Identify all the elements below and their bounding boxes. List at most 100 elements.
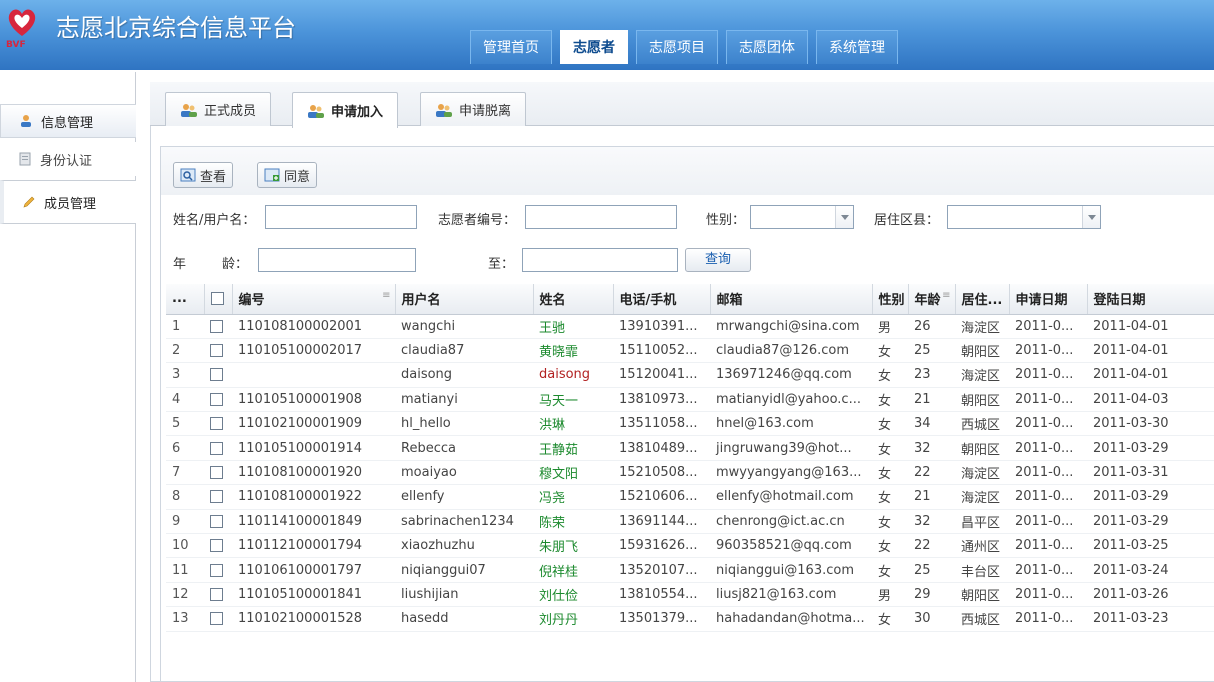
cell-phone: 13810554... [613,582,710,608]
cell-checkbox [204,435,232,461]
column-header-district[interactable]: 居住... [955,284,1010,315]
topnav-volunteers[interactable]: 志愿者 [560,30,628,64]
table-row[interactable]: 10 110112100001794 xiaozhuzhu 朱朋飞 15931626..… [166,533,1214,559]
column-header-gender[interactable]: 性别 [872,284,909,315]
cell-apply-date: 2011-0... [1009,606,1087,632]
approve-button[interactable]: 同意 [257,162,318,188]
volunteer-id-input[interactable] [525,205,677,229]
column-header-username[interactable]: 用户名 [395,284,534,315]
sidebar-item-members[interactable]: 成员管理 [0,180,136,224]
gender-select[interactable] [750,205,854,229]
column-header-apply-date[interactable]: 申请日期 [1009,284,1088,315]
cell-apply-date: 2011-0... [1009,460,1087,486]
cell-id: 110105100002017 [232,338,395,364]
approve-icon [264,168,280,182]
cell-gender: 女 [872,460,908,486]
tab-apply-leave[interactable]: 申请脱离 [420,92,527,126]
column-header-rownum[interactable]: ... [166,284,205,315]
sidebar-item-label: 信息管理 [41,115,94,131]
topnav-system[interactable]: 系统管理 [816,30,898,64]
age-from-input[interactable] [258,248,416,272]
cell-email: 136971246@qq.com [710,362,872,388]
sidebar-item-id-auth[interactable]: 身份认证 [0,142,136,176]
table-row[interactable]: 5 110102100001909 hl_hello 洪琳 13511058... hne… [166,411,1214,437]
sidebar-item-label: 身份认证 [40,153,93,169]
cell-id: 110108100001920 [232,460,395,486]
cell-district: 西城区 [955,606,1009,632]
cell-email: claudia87@126.com [710,338,872,364]
cell-checkbox [204,460,232,486]
cell-email: niqianggui@163.com [710,557,872,583]
table-row[interactable]: 4 110105100001908 matianyi 马天一 13810973... ma… [166,387,1214,413]
row-checkbox[interactable] [210,466,223,480]
cell-checkbox [204,533,232,559]
cell-login-date: 2011-04-01 [1087,362,1214,388]
cell-id: 110112100001794 [232,533,395,559]
name-input[interactable] [265,205,417,229]
query-button[interactable]: 查询 [685,248,751,272]
cell-username: hl_hello [395,411,533,437]
column-header-phone[interactable]: 电话/手机 [613,284,711,315]
table-row[interactable]: 3 daisong daisong 15120041... 136971246@qq.c… [166,362,1214,388]
column-header-id[interactable]: 编号 ≡ [232,284,396,315]
row-checkbox[interactable] [210,490,223,504]
cell-id [232,362,395,388]
cell-district: 海淀区 [955,460,1009,486]
sort-icon[interactable]: ≡ [382,290,390,301]
view-button[interactable]: 查看 [173,162,234,188]
cell-phone: 15210508... [613,460,710,486]
column-header-age[interactable]: 年龄 ≡ [908,284,956,315]
cell-rownum: 9 [166,509,204,535]
table-row[interactable]: 1 110108100002001 wangchi 王驰 13910391... mrwa… [166,314,1214,339]
topnav-groups[interactable]: 志愿团体 [726,30,808,64]
row-checkbox[interactable] [210,417,223,431]
sort-icon[interactable]: ≡ [942,290,950,301]
cell-id: 110108100001922 [232,484,395,510]
cell-rownum: 2 [166,338,204,364]
cell-id: 110105100001908 [232,387,395,413]
tab-official-members[interactable]: 正式成员 [165,92,272,126]
table-row[interactable]: 8 110108100001922 ellenfy 冯尧 15210606... elle… [166,484,1214,510]
cell-rownum: 12 [166,582,204,608]
row-checkbox[interactable] [210,539,223,553]
cell-id: 110105100001914 [232,435,395,461]
column-header-select[interactable] [204,284,233,315]
row-checkbox[interactable] [210,441,223,455]
row-checkbox[interactable] [210,563,223,577]
select-all-checkbox[interactable] [210,292,224,306]
cell-district: 朝阳区 [955,338,1009,364]
cell-login-date: 2011-03-29 [1087,484,1214,510]
row-checkbox[interactable] [210,612,223,626]
cell-gender: 女 [872,387,908,413]
name-label: 姓名/用户名： [173,213,256,228]
row-checkbox[interactable] [210,368,223,382]
tab-apply-join[interactable]: 申请加入 [292,92,399,128]
cell-apply-date: 2011-0... [1009,314,1087,339]
tab-label: 申请脱离 [459,104,512,119]
column-header-name[interactable]: 姓名 [533,284,614,315]
row-checkbox[interactable] [210,344,223,358]
table-row[interactable]: 11 110106100001797 niqianggui07 倪祥桂 13520107… [166,557,1214,583]
top-navigation: 管理首页 志愿者 志愿项目 志愿团体 系统管理 [470,30,906,64]
table-row[interactable]: 7 110108100001920 moaiyao 穆文阳 15210508... mwy… [166,460,1214,486]
table-row[interactable]: 12 110105100001841 liushijian 刘仕俭 13810554..… [166,582,1214,608]
row-checkbox[interactable] [210,319,223,333]
topnav-home[interactable]: 管理首页 [470,30,552,64]
row-checkbox[interactable] [210,392,223,406]
district-select[interactable] [947,205,1101,229]
row-checkbox[interactable] [210,514,223,528]
table-row[interactable]: 2 110105100002017 claudia87 黄晓霏 15110052... c… [166,338,1214,364]
table-row[interactable]: 13 110102100001528 hasedd 刘丹丹 13501379... hah… [166,606,1214,632]
row-checkbox[interactable] [210,587,223,601]
cell-name: 洪琳 [533,411,613,437]
column-header-email[interactable]: 邮箱 [710,284,873,315]
table-row[interactable]: 9 110114100001849 sabrinachen1234 陈荣 1369114… [166,509,1214,535]
table-row[interactable]: 6 110105100001914 Rebecca 王静茹 13810489... jin… [166,435,1214,461]
topnav-projects[interactable]: 志愿项目 [636,30,718,64]
column-header-login-date[interactable]: 登陆日期 [1087,284,1214,315]
cell-age: 32 [908,435,955,461]
sidebar-item-info[interactable]: 信息管理 [0,104,136,138]
age-to-input[interactable] [522,248,678,272]
cell-rownum: 11 [166,557,204,583]
cell-name: 冯尧 [533,484,613,510]
